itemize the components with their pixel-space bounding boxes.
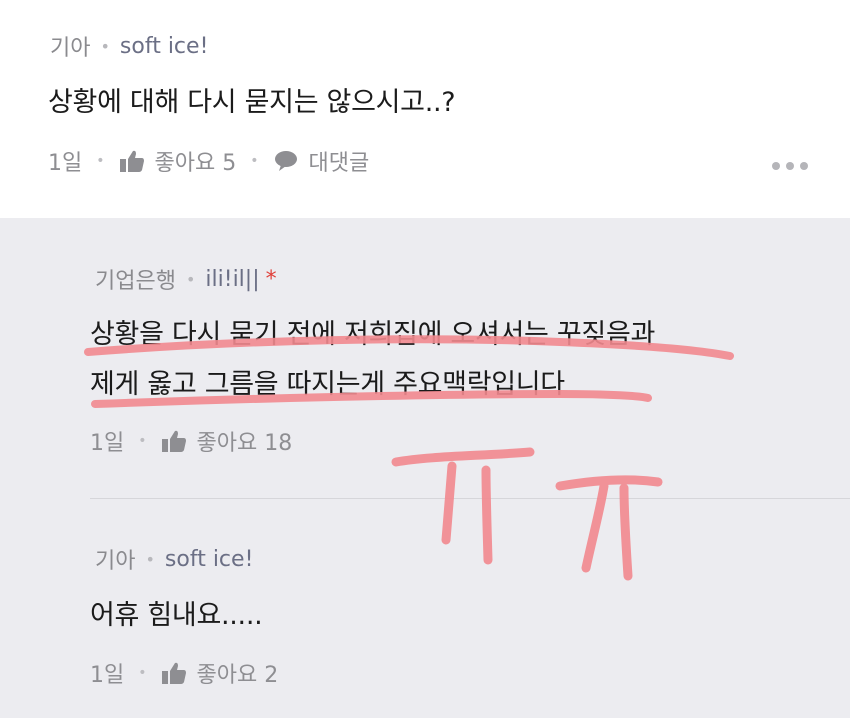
thumbs-up-icon[interactable]: [161, 661, 187, 685]
separator-dot: •: [96, 153, 105, 169]
author-company: 기아: [95, 549, 136, 574]
reply-divider: [90, 498, 850, 499]
separator-dot: •: [185, 269, 196, 289]
top-comment: 기아 • soft ice! 상황에 대해 다시 묻지는 않으시고..? 1일 …: [0, 0, 850, 218]
separator-dot: •: [145, 549, 155, 569]
reply-text-line-2: 제게 옳고 그름을 따지는게 주요맥락입니다: [90, 369, 565, 400]
separator-dot: •: [100, 36, 110, 56]
comment-author-line: 기아 • soft ice!: [50, 30, 208, 62]
reply-actions: 1일 • 좋아요 18: [90, 425, 292, 457]
reply-text-line-1: 상황을 다시 묻기 전에 저희집에 오셔서는 꾸짖음과: [90, 319, 656, 350]
reply-text: 어휴 힘내요.....: [90, 600, 263, 631]
separator-dot: •: [250, 153, 259, 169]
author-nickname[interactable]: soft ice!: [165, 547, 253, 572]
reply-time: 1일: [90, 431, 125, 456]
author-nickname[interactable]: soft ice!: [120, 34, 208, 59]
separator-dot: •: [138, 665, 147, 681]
like-button[interactable]: 좋아요 5: [155, 145, 237, 177]
comment-time: 1일: [48, 151, 83, 176]
reply-author-line: 기아 • soft ice!: [95, 543, 253, 575]
author-company: 기업은행: [95, 269, 176, 294]
separator-dot: •: [138, 433, 147, 449]
author-nickname[interactable]: ili!il||: [205, 267, 259, 292]
comment-actions: 1일 • 좋아요 5 • 대댓글: [48, 145, 369, 177]
like-button[interactable]: 좋아요 18: [197, 425, 293, 457]
author-mark: *: [265, 266, 277, 292]
like-button[interactable]: 좋아요 2: [197, 657, 279, 689]
thumbs-up-icon[interactable]: [119, 149, 145, 173]
reply-button[interactable]: 대댓글: [309, 145, 370, 177]
speech-bubble-icon[interactable]: [273, 149, 299, 173]
reply-time: 1일: [90, 663, 125, 688]
reply-actions: 1일 • 좋아요 2: [90, 657, 278, 689]
comment-text: 상황에 대해 다시 묻지는 않으시고..?: [48, 87, 456, 118]
reply-author-line: 기업은행 • ili!il|| *: [95, 263, 277, 295]
thumbs-up-icon[interactable]: [161, 429, 187, 453]
author-company: 기아: [50, 36, 91, 61]
more-dots-icon[interactable]: [772, 156, 808, 176]
